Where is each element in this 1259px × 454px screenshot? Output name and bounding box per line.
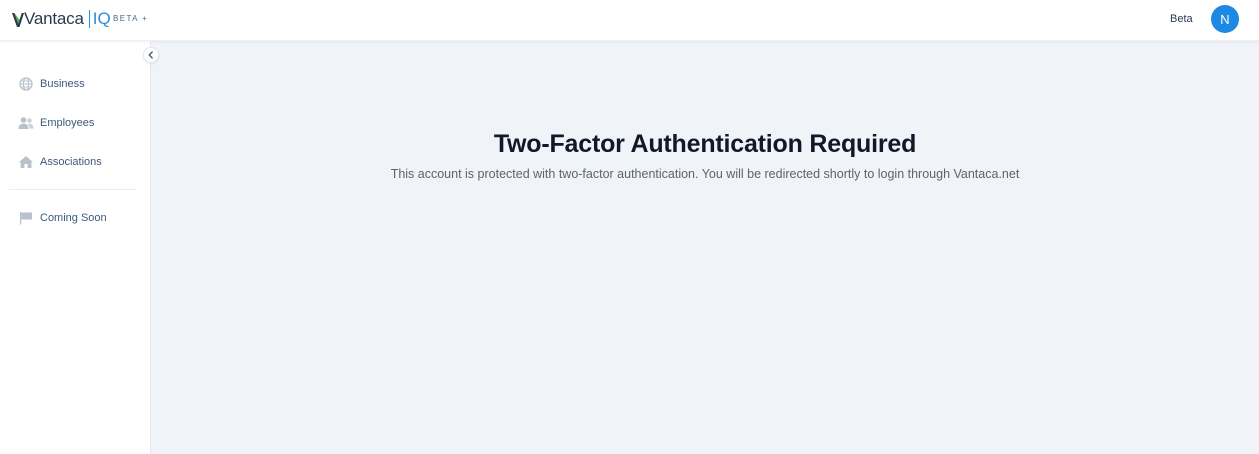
- sidebar-divider: [9, 189, 136, 190]
- page-title: Two-Factor Authentication Required: [493, 130, 917, 158]
- beta-link[interactable]: Beta: [1170, 13, 1193, 25]
- logo-separator: [88, 10, 90, 28]
- logo-iq: IQ: [92, 9, 111, 28]
- sidebar-item-employees[interactable]: Employees: [18, 114, 94, 132]
- sidebar-collapse-button[interactable]: [143, 47, 159, 63]
- top-header: Vantaca IQ BETA + Beta N: [0, 0, 1259, 41]
- sidebar-item-coming-soon[interactable]: Coming Soon: [18, 209, 107, 227]
- beta-tag[interactable]: BETA +: [113, 14, 148, 23]
- logo-text: Vantaca: [24, 9, 84, 28]
- globe-icon: [18, 76, 34, 92]
- app-root: Vantaca IQ BETA + Beta N Business Employ…: [0, 0, 1259, 454]
- home-icon: [18, 154, 34, 170]
- main-content: Two-Factor Authentication Required This …: [151, 41, 1259, 454]
- sidebar-item-label: Coming Soon: [40, 212, 107, 224]
- logo-v-icon: [12, 13, 24, 27]
- flag-icon: [18, 210, 34, 226]
- sidebar-item-associations[interactable]: Associations: [18, 153, 102, 171]
- two-factor-message: This account is protected with two-facto…: [390, 167, 1020, 181]
- sidebar-item-business[interactable]: Business: [18, 75, 85, 93]
- user-avatar[interactable]: N: [1211, 5, 1239, 33]
- sidebar-item-label: Business: [40, 78, 85, 90]
- avatar-initial: N: [1220, 11, 1230, 27]
- sidebar-item-label: Associations: [40, 156, 102, 168]
- chevron-left-icon: [148, 51, 153, 59]
- sidebar: Business Employees Associations Coming S…: [0, 41, 151, 454]
- sidebar-item-label: Employees: [40, 117, 95, 129]
- users-icon: [18, 115, 34, 131]
- vantaca-iq-logo[interactable]: Vantaca IQ: [11, 6, 111, 32]
